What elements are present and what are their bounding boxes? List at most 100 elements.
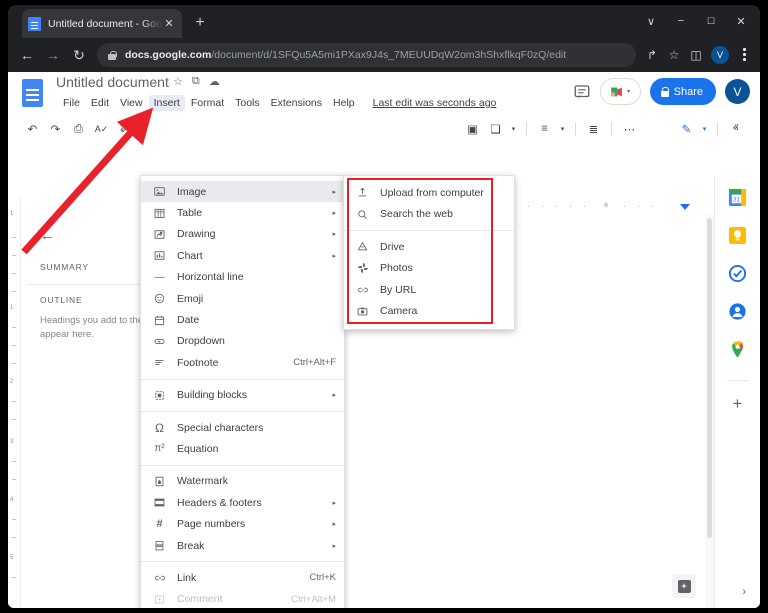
menu-item-label: Image (177, 185, 207, 198)
submenu-item-by-url[interactable]: By URL (344, 279, 514, 301)
share-page-icon[interactable]: ↱ (641, 44, 663, 66)
menu-edit[interactable]: Edit (86, 95, 114, 111)
tab-close-icon[interactable]: ✕ (162, 17, 176, 30)
google-meet-button[interactable]: ▾ (599, 78, 641, 105)
line-spacing-button[interactable]: ≣ (583, 118, 604, 140)
google-contacts-icon[interactable] (728, 302, 747, 321)
chevron-right-icon: ▸ (332, 210, 336, 218)
spellcheck-button[interactable]: A✓ (91, 118, 112, 140)
menu-format[interactable]: Format (186, 95, 229, 111)
maximize-button[interactable]: ☐ (696, 8, 726, 34)
expand-panel-chevron-icon[interactable]: › (742, 586, 746, 598)
paint-format-button[interactable]: ✐ (114, 118, 135, 140)
google-keep-icon[interactable] (728, 226, 747, 245)
address-bar[interactable]: docs.google.com/document/d/1SFQu5A5mi1PX… (97, 43, 636, 67)
menu-item-label: Chart (177, 249, 203, 262)
menu-item-watermark[interactable]: Watermark (141, 471, 344, 492)
google-tasks-icon[interactable] (728, 264, 747, 283)
comment-history-icon[interactable] (573, 83, 591, 101)
browser-tab[interactable]: Untitled document - Google Doc ✕ (22, 9, 182, 38)
vertical-scrollbar[interactable] (707, 218, 712, 538)
align-button[interactable]: ≡ (534, 118, 555, 140)
browser-menu-icon[interactable] (734, 45, 754, 65)
new-tab-button[interactable]: + (190, 14, 210, 34)
search-icon (354, 209, 371, 220)
special-characters-icon: Ω (155, 420, 164, 435)
last-edit-status[interactable]: Last edit was seconds ago (373, 97, 497, 109)
menu-item-chart[interactable]: Chart ▸ (141, 245, 344, 266)
redo-button[interactable]: ↷ (45, 118, 66, 140)
document-title[interactable]: Untitled document (56, 74, 169, 90)
omnibox-row: ← → ↻ docs.google.com/document/d/1SFQu5A… (8, 38, 760, 72)
browser-profile-avatar[interactable]: V (711, 46, 729, 64)
insert-menu-popup[interactable]: Image ▸ Table ▸ Drawing ▸ Chart ▸ — Hori… (140, 175, 345, 608)
more-options-button[interactable]: ⋯ (619, 118, 640, 140)
share-button[interactable]: Share (649, 78, 716, 105)
google-calendar-icon[interactable]: 31 (728, 188, 747, 207)
account-avatar[interactable]: V (725, 79, 750, 104)
insert-comment-button[interactable]: ▣ (462, 118, 483, 140)
image-options-caret-icon[interactable]: ▾ (508, 118, 519, 140)
bookmark-star-icon[interactable]: ☆ (663, 44, 685, 66)
menu-item-horizontal-line[interactable]: — Horizontal line (141, 267, 344, 288)
explore-button[interactable] (672, 574, 696, 598)
submenu-item-search-the-web[interactable]: Search the web (344, 204, 514, 226)
google-maps-icon[interactable] (728, 340, 747, 359)
chevron-down-icon[interactable]: ∨ (636, 8, 666, 34)
menu-item-page-numbers[interactable]: # Page numbers ▸ (141, 513, 344, 534)
star-icon[interactable]: ☆ (173, 75, 183, 88)
close-window-button[interactable]: ✕ (726, 8, 756, 34)
submenu-item-photos[interactable]: Photos (344, 258, 514, 280)
insert-image-button[interactable]: ❑ (485, 118, 506, 140)
add-apps-button[interactable]: + (733, 395, 743, 412)
print-button[interactable]: ⎙ (68, 118, 89, 140)
google-docs-logo-icon[interactable] (22, 79, 43, 107)
submenu-item-drive[interactable]: Drive (344, 236, 514, 258)
menu-item-date[interactable]: Date (141, 309, 344, 330)
tab-strip: Untitled document - Google Doc ✕ + ∨ − ☐… (8, 5, 760, 38)
menu-item-drawing[interactable]: Drawing ▸ (141, 224, 344, 245)
forward-button[interactable]: → (40, 42, 66, 68)
move-to-folder-icon[interactable]: ⧉ (192, 75, 200, 88)
footnote-icon (151, 357, 168, 368)
menu-insert[interactable]: Insert (148, 95, 185, 111)
menu-item-emoji[interactable]: Emoji (141, 288, 344, 309)
menu-item-dropdown[interactable]: Dropdown (141, 331, 344, 352)
image-submenu-popup[interactable]: Upload from computer Search the web Driv… (343, 175, 515, 330)
back-button[interactable]: ← (14, 42, 40, 68)
editing-mode-caret-icon[interactable]: ▾ (699, 118, 710, 140)
url-domain: docs.google.com (125, 49, 212, 61)
reload-button[interactable]: ↻ (66, 42, 92, 68)
menu-item-building-blocks[interactable]: Building blocks ▸ (141, 385, 344, 406)
menu-item-footnote[interactable]: Footnote Ctrl+Alt+F (141, 352, 344, 373)
menu-item-equation[interactable]: π² Equation (141, 438, 344, 459)
emoji-icon (151, 293, 168, 304)
menu-item-special-characters[interactable]: Ω Special characters (141, 417, 344, 438)
right-indent-marker[interactable] (680, 204, 690, 210)
menu-item-table[interactable]: Table ▸ (141, 202, 344, 223)
menu-item-break[interactable]: Break ▸ (141, 535, 344, 556)
chevron-right-icon: ▸ (332, 521, 336, 529)
menu-item-image[interactable]: Image ▸ (141, 181, 344, 203)
cloud-saved-icon[interactable]: ☁ (209, 75, 220, 88)
close-outline-button[interactable]: ← (40, 227, 55, 244)
submenu-item-label: Drive (380, 240, 405, 253)
menu-item-headers-footers[interactable]: Headers & footers ▸ (141, 492, 344, 513)
undo-button[interactable]: ↶ (22, 118, 43, 140)
submenu-item-label: Search the web (380, 208, 453, 221)
side-panel-icon[interactable]: ◫ (685, 44, 707, 66)
menu-file[interactable]: File (58, 95, 85, 111)
drive-icon (354, 241, 371, 252)
toolbar-divider-3 (575, 122, 576, 136)
menu-help[interactable]: Help (328, 95, 360, 111)
submenu-item-camera[interactable]: Camera (344, 301, 514, 323)
menu-item-link[interactable]: Link Ctrl+K (141, 567, 344, 588)
menu-extensions[interactable]: Extensions (266, 95, 327, 111)
menu-tools[interactable]: Tools (230, 95, 265, 111)
minimize-button[interactable]: − (666, 8, 696, 34)
collapse-toolbar-button[interactable]: ⱏ (725, 118, 746, 140)
submenu-item-upload-from-computer[interactable]: Upload from computer (344, 182, 514, 204)
menu-view[interactable]: View (115, 95, 148, 111)
align-caret-icon[interactable]: ▾ (557, 118, 568, 140)
editing-mode-button[interactable]: ✎ (676, 118, 697, 140)
